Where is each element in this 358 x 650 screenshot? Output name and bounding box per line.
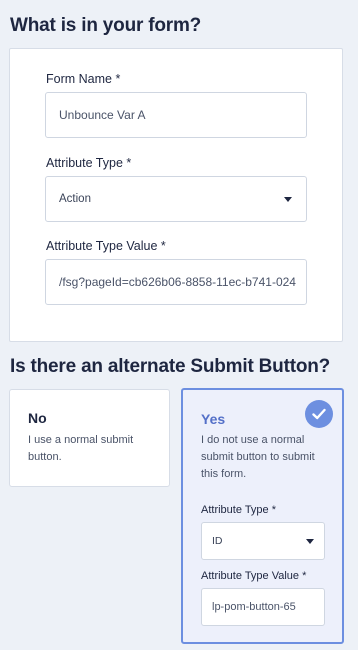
- button-attribute-type-select[interactable]: ID: [201, 522, 325, 560]
- no-option-title: No: [28, 410, 47, 426]
- attribute-type-value-label: Attribute Type Value *: [46, 239, 166, 253]
- form-section-title: What is in your form?: [10, 15, 202, 36]
- button-attribute-type-label: Attribute Type *: [201, 504, 277, 516]
- form-name-input[interactable]: Unbounce Var A: [45, 92, 307, 138]
- button-attribute-type-selected-value: ID: [212, 535, 223, 547]
- yes-alternate-submit-option[interactable]: Yes I do not use a normal submit button …: [181, 388, 344, 644]
- form-name-label: Form Name *: [46, 72, 121, 86]
- button-attribute-type-value-input[interactable]: lp-pom-button-65: [201, 588, 325, 626]
- button-attribute-type-value-label: Attribute Type Value *: [201, 570, 307, 582]
- yes-option-description: I do not use a normal submit button to s…: [201, 434, 315, 480]
- chevron-down-icon: [306, 539, 314, 544]
- yes-option-title: Yes: [201, 411, 226, 427]
- attribute-type-value-input[interactable]: /fsg?pageId=cb626b06-8858-11ec-b741-024: [45, 259, 307, 305]
- attribute-type-label: Attribute Type *: [46, 156, 132, 170]
- chevron-down-icon: [284, 197, 292, 202]
- attribute-type-selected-value: Action: [59, 193, 91, 205]
- submit-button-section-title: Is there an alternate Submit Button?: [10, 356, 331, 377]
- no-alternate-submit-option[interactable]: No I use a normal submit button.: [9, 389, 170, 487]
- attribute-type-select[interactable]: Action: [45, 176, 307, 222]
- form-details-card: Form Name * Unbounce Var A Attribute Typ…: [9, 48, 343, 342]
- no-option-description: I use a normal submit button.: [28, 434, 134, 463]
- checkmark-icon: [305, 400, 333, 428]
